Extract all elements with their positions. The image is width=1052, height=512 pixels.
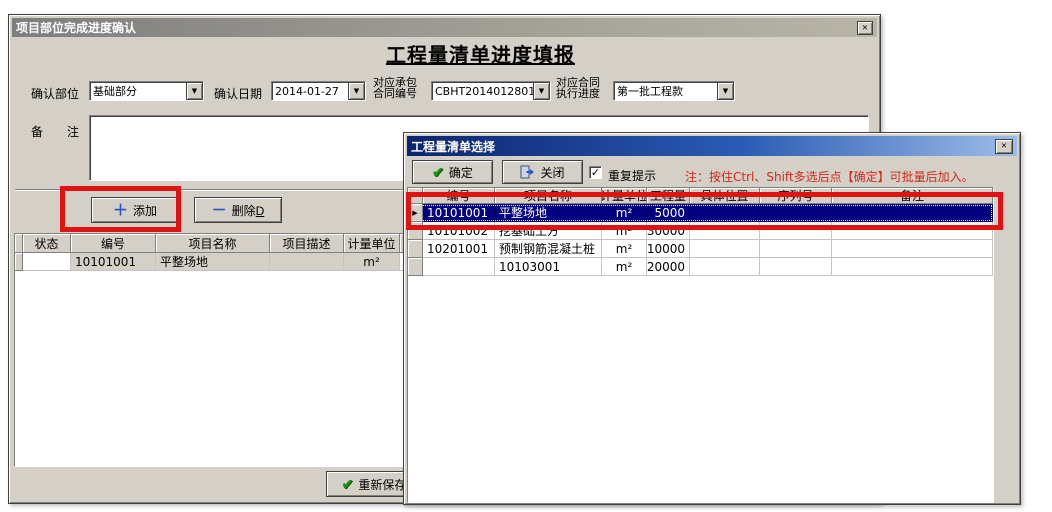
- cell-quantity[interactable]: 10000: [647, 240, 690, 258]
- contract-no-value: CBHT2014012801: [432, 85, 533, 98]
- confirm-part-select[interactable]: 基础部分 ▼: [89, 81, 204, 101]
- contract-progress-select[interactable]: 第一批工程款 ▼: [613, 81, 735, 101]
- col-header-status: 状态: [23, 234, 71, 253]
- cell-code[interactable]: 10101001: [71, 253, 156, 271]
- repeat-prompt-label: 重复提示: [608, 167, 656, 184]
- annotation-rectangle-selected-row: [406, 192, 1003, 230]
- delete-button-hotkey: D: [256, 204, 265, 218]
- front-dialog-titlebar: 工程量清单选择 ✕: [407, 136, 1017, 156]
- close-icon[interactable]: ✕: [857, 21, 873, 35]
- row-selector-cell[interactable]: [408, 240, 423, 258]
- delete-button[interactable]: － 删除D: [194, 197, 282, 223]
- screen: 项目部位完成进度确认 ✕ 工程量清单进度填报 确认部位 基础部分 ▼ 确认日期 …: [0, 0, 1052, 512]
- confirm-date-label: 确认日期: [214, 85, 262, 102]
- close-button-label: 关闭: [540, 164, 564, 181]
- row-selector-cell[interactable]: [408, 258, 423, 276]
- ok-button-label: 确定: [449, 164, 473, 181]
- confirm-part-value: 基础部分: [90, 83, 186, 99]
- col-header-unit: 计量单位: [344, 234, 400, 253]
- contract-progress-label-line2: 执行进度: [556, 87, 600, 100]
- contract-no-label-line2: 合同编号: [373, 87, 417, 100]
- delete-button-label: 删除D: [232, 202, 265, 219]
- cell-location[interactable]: [690, 258, 760, 276]
- cell-desc[interactable]: [270, 253, 344, 271]
- contract-no-label: 对应承包合同编号: [373, 77, 417, 99]
- resave-button-label: 重新保存: [358, 476, 406, 493]
- col-header-name: 项目名称: [156, 234, 270, 253]
- cell-name[interactable]: 平整场地: [156, 253, 270, 271]
- delete-button-text: 删除: [232, 204, 256, 218]
- chevron-down-icon[interactable]: ▼: [533, 82, 550, 100]
- cell-code[interactable]: 10201001: [423, 240, 495, 258]
- chevron-down-icon[interactable]: ▼: [186, 82, 203, 100]
- quantity-list-table: 编号 项目名称 计量单位 工程量 具体位置 序列号 备注 ▶ 10101001 …: [407, 187, 994, 503]
- cell-code[interactable]: [423, 258, 495, 276]
- cell-unit[interactable]: m²: [344, 253, 400, 271]
- front-dialog-title: 工程量清单选择: [411, 138, 495, 155]
- check-icon: ✔: [342, 477, 354, 491]
- annotation-rectangle-add: [60, 186, 181, 232]
- exit-door-icon: [520, 165, 535, 179]
- back-dialog-title: 项目部位完成进度确认: [16, 19, 136, 36]
- cell-status[interactable]: [23, 253, 71, 271]
- contract-progress-label: 对应合同执行进度: [556, 77, 600, 99]
- col-header-desc: 项目描述: [270, 234, 344, 253]
- cell-name[interactable]: 预制钢筋混凝土桩: [495, 240, 602, 258]
- row-selector-cell[interactable]: [15, 253, 23, 271]
- cell-quantity[interactable]: 20000: [647, 258, 690, 276]
- cell-remark[interactable]: [832, 258, 993, 276]
- ok-button[interactable]: ✔ 确定: [412, 160, 493, 184]
- confirm-date-select[interactable]: 2014-01-27 ▼: [271, 81, 366, 101]
- confirm-date-value: 2014-01-27: [272, 85, 348, 98]
- header-selector-cell: [15, 234, 23, 253]
- chevron-down-icon[interactable]: ▼: [348, 82, 365, 100]
- dialog-quantity-list-select: 工程量清单选择 ✕ ✔ 确定 关闭 ✓ 重复提示 注：按住Ctrl、Shift多…: [403, 132, 1021, 505]
- close-icon[interactable]: ✕: [995, 139, 1013, 154]
- contract-no-select[interactable]: CBHT2014012801 ▼: [431, 81, 551, 101]
- close-button[interactable]: 关闭: [502, 160, 583, 184]
- cell-serial[interactable]: [760, 240, 832, 258]
- minus-icon: －: [212, 203, 227, 218]
- contract-progress-value: 第一批工程款: [614, 83, 717, 99]
- cell-unit[interactable]: m²: [602, 258, 647, 276]
- cell-location[interactable]: [690, 240, 760, 258]
- checkmark-icon: ✓: [591, 166, 600, 179]
- remark-label: 备 注: [31, 123, 79, 140]
- hint-note: 注：按住Ctrl、Shift多选后点【确定】可批量后加入。: [685, 168, 974, 185]
- confirm-part-label: 确认部位: [31, 85, 79, 102]
- col-header-code: 编号: [71, 234, 156, 253]
- check-icon: ✔: [432, 165, 444, 179]
- table-row[interactable]: 10201001 预制钢筋混凝土桩 m² 10000: [408, 240, 993, 258]
- cell-unit[interactable]: m²: [602, 240, 647, 258]
- cell-serial[interactable]: [760, 258, 832, 276]
- chevron-down-icon[interactable]: ▼: [717, 82, 734, 100]
- back-dialog-titlebar: 项目部位完成进度确认 ✕: [12, 18, 877, 37]
- page-title: 工程量清单进度填报: [45, 39, 916, 68]
- table-row[interactable]: 10103001 m² 20000: [408, 258, 993, 276]
- cell-remark[interactable]: [832, 240, 993, 258]
- repeat-prompt-checkbox[interactable]: ✓: [589, 166, 602, 179]
- cell-name[interactable]: 10103001: [495, 258, 602, 276]
